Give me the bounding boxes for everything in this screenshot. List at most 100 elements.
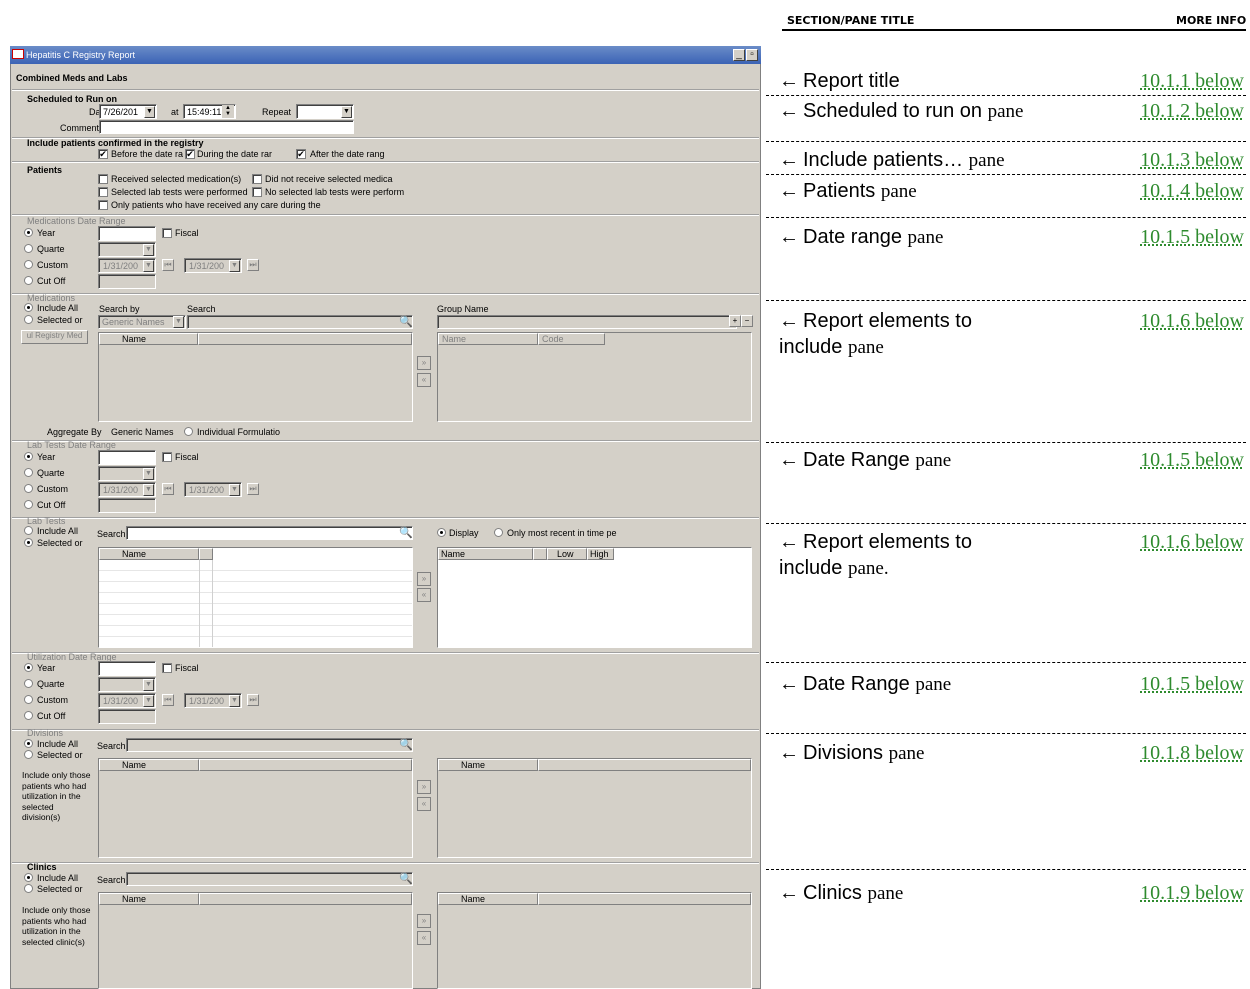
lab-year-radio[interactable] — [24, 452, 33, 461]
link-10-1-3[interactable]: 10.1.3 below — [1140, 147, 1244, 173]
clinic-selected-name-header[interactable]: Name — [438, 893, 538, 905]
minimize-button[interactable]: _ — [733, 49, 745, 61]
lab-to-arrow[interactable]: ▼ — [229, 484, 240, 496]
lab-quarter-radio[interactable] — [24, 468, 33, 477]
lab-cutoff-field[interactable] — [98, 498, 156, 513]
move-left-icon[interactable]: « — [417, 931, 431, 945]
util-from-arrow[interactable]: ▼ — [143, 695, 154, 707]
lab-fiscal-checkbox[interactable] — [162, 452, 172, 462]
time-spinner[interactable]: ▲ ▼ — [222, 105, 234, 118]
clinic-selected-list[interactable] — [437, 892, 752, 989]
no-labs-checkbox[interactable] — [252, 187, 262, 197]
med-available-list[interactable] — [98, 332, 413, 422]
clinic-name-column-header[interactable]: Name — [99, 893, 199, 905]
add-icon[interactable]: + — [729, 315, 741, 327]
link-10-1-4[interactable]: 10.1.4 below — [1140, 178, 1244, 204]
link-10-1-5[interactable]: 10.1.5 below — [1140, 671, 1244, 697]
lab-name-column-header[interactable]: Name — [99, 548, 199, 560]
util-year-radio[interactable] — [24, 663, 33, 672]
labs-performed-checkbox[interactable] — [98, 187, 108, 197]
not-received-meds-checkbox[interactable] — [252, 174, 262, 184]
util-quarter-radio[interactable] — [24, 679, 33, 688]
high-column-header[interactable]: High — [587, 548, 614, 560]
move-right-icon[interactable]: » — [417, 914, 431, 928]
link-10-1-8[interactable]: 10.1.8 below — [1140, 740, 1244, 766]
lab-selected-radio[interactable] — [24, 538, 33, 547]
clinic-search-field[interactable] — [126, 872, 413, 886]
util-cutoff-radio[interactable] — [24, 711, 33, 720]
after-date-checkbox[interactable]: ✔ — [296, 149, 306, 159]
div-search-field[interactable] — [126, 738, 413, 752]
clinic-include-all-radio[interactable] — [24, 873, 33, 882]
low-column-header[interactable]: Low — [547, 548, 587, 560]
lab-from-arrow[interactable]: ▼ — [143, 484, 154, 496]
link-10-1-1[interactable]: 10.1.1 below — [1140, 68, 1244, 94]
med-to-arrow[interactable]: ▼ — [229, 260, 240, 272]
med-cutoff-radio[interactable] — [24, 276, 33, 285]
before-date-checkbox[interactable]: ✔ — [98, 149, 108, 159]
med-quarter-arrow[interactable]: ▼ — [143, 244, 154, 256]
search-icon[interactable]: 🔍 — [399, 315, 413, 328]
util-custom-radio[interactable] — [24, 695, 33, 704]
med-year-field[interactable] — [98, 226, 156, 241]
link-10-1-6[interactable]: 10.1.6 below — [1140, 308, 1244, 334]
med-name-column-header[interactable]: Name — [99, 333, 198, 345]
last-icon[interactable]: ⏭ — [247, 483, 259, 495]
util-cutoff-field[interactable] — [98, 709, 156, 724]
med-year-radio[interactable] — [24, 228, 33, 237]
any-care-checkbox[interactable] — [98, 200, 108, 210]
registry-meds-button[interactable]: ul Registry Med — [21, 330, 88, 344]
first-icon[interactable]: ⏮ — [162, 483, 174, 495]
remove-icon[interactable]: − — [741, 315, 753, 327]
med-from-arrow[interactable]: ▼ — [143, 260, 154, 272]
agg-individual-radio[interactable] — [184, 427, 193, 436]
link-10-1-5[interactable]: 10.1.5 below — [1140, 224, 1244, 250]
med-custom-radio[interactable] — [24, 260, 33, 269]
div-selected-radio[interactable] — [24, 750, 33, 759]
lab-quarter-arrow[interactable]: ▼ — [143, 468, 154, 480]
group-name-field[interactable] — [437, 315, 737, 329]
clinic-selected-radio[interactable] — [24, 884, 33, 893]
div-name-column-header[interactable]: Name — [99, 759, 199, 771]
lab-selected-name-header[interactable]: Name — [438, 548, 533, 560]
lab-cutoff-radio[interactable] — [24, 500, 33, 509]
move-left-icon[interactable]: « — [417, 373, 431, 387]
last-icon[interactable]: ⏭ — [247, 259, 259, 271]
search-icon[interactable]: 🔍 — [399, 526, 413, 539]
move-right-icon[interactable]: » — [417, 572, 431, 586]
last-icon[interactable]: ⏭ — [247, 694, 259, 706]
lab-search-field[interactable] — [126, 526, 413, 540]
search-by-arrow[interactable]: ▼ — [173, 316, 184, 328]
move-right-icon[interactable]: » — [417, 356, 431, 370]
repeat-dropdown-arrow[interactable]: ▼ — [341, 106, 352, 118]
div-available-list[interactable] — [98, 758, 413, 858]
med-selected-list[interactable] — [437, 332, 752, 422]
move-left-icon[interactable]: « — [417, 797, 431, 811]
med-selected-code-header[interactable]: Code — [538, 333, 605, 345]
lab-include-all-radio[interactable] — [24, 526, 33, 535]
during-date-checkbox[interactable]: ✔ — [185, 149, 195, 159]
link-10-1-5[interactable]: 10.1.5 below — [1140, 447, 1244, 473]
med-selected-radio[interactable] — [24, 315, 33, 324]
received-meds-checkbox[interactable] — [98, 174, 108, 184]
med-include-all-radio[interactable] — [24, 303, 33, 312]
med-quarter-radio[interactable] — [24, 244, 33, 253]
med-search-field[interactable] — [187, 315, 413, 329]
util-year-field[interactable] — [98, 661, 156, 676]
med-cutoff-field[interactable] — [98, 274, 156, 289]
clinic-available-list[interactable] — [98, 892, 413, 989]
day-dropdown-arrow[interactable]: ▼ — [144, 106, 155, 118]
link-10-1-6[interactable]: 10.1.6 below — [1140, 529, 1244, 555]
first-icon[interactable]: ⏮ — [162, 694, 174, 706]
search-icon[interactable]: 🔍 — [399, 872, 413, 885]
lab-selected-list[interactable] — [437, 547, 752, 648]
maximize-button[interactable]: ▫ — [746, 49, 758, 61]
search-icon[interactable]: 🔍 — [399, 738, 413, 751]
move-right-icon[interactable]: » — [417, 780, 431, 794]
util-quarter-arrow[interactable]: ▼ — [143, 679, 154, 691]
util-fiscal-checkbox[interactable] — [162, 663, 172, 673]
first-icon[interactable]: ⏮ — [162, 259, 174, 271]
util-to-arrow[interactable]: ▼ — [229, 695, 240, 707]
link-10-1-2[interactable]: 10.1.2 below — [1140, 98, 1244, 124]
move-left-icon[interactable]: « — [417, 588, 431, 602]
